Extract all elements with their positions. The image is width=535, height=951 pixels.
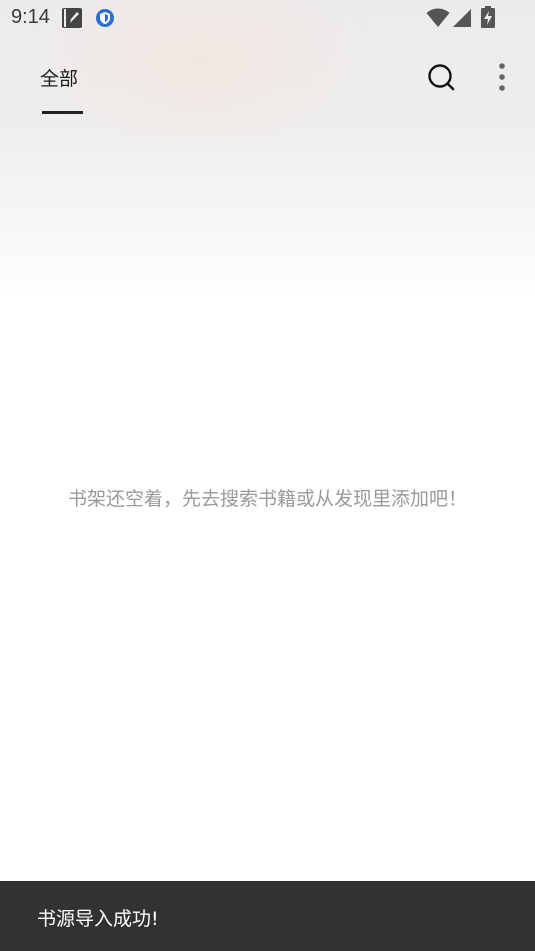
battery-charging-icon <box>481 6 495 28</box>
more-vert-icon[interactable] <box>490 60 514 94</box>
tab-all[interactable]: 全部 <box>40 64 78 91</box>
notepad-icon <box>62 8 82 28</box>
status-time: 9:14 <box>11 6 50 28</box>
toast: 书源导入成功! <box>0 881 535 951</box>
tab-indicator <box>42 111 83 114</box>
app-bar: 全部 <box>0 36 535 116</box>
wifi-icon <box>426 8 450 27</box>
search-icon[interactable] <box>424 60 458 94</box>
cellular-signal-icon <box>453 9 471 27</box>
toast-message: 书源导入成功! <box>37 908 159 930</box>
shield-app-icon <box>96 9 114 27</box>
empty-bookshelf-message: 书架还空着，先去搜索书籍或从发现里添加吧！ <box>67 488 467 510</box>
status-bar: 9:14 <box>0 0 535 36</box>
